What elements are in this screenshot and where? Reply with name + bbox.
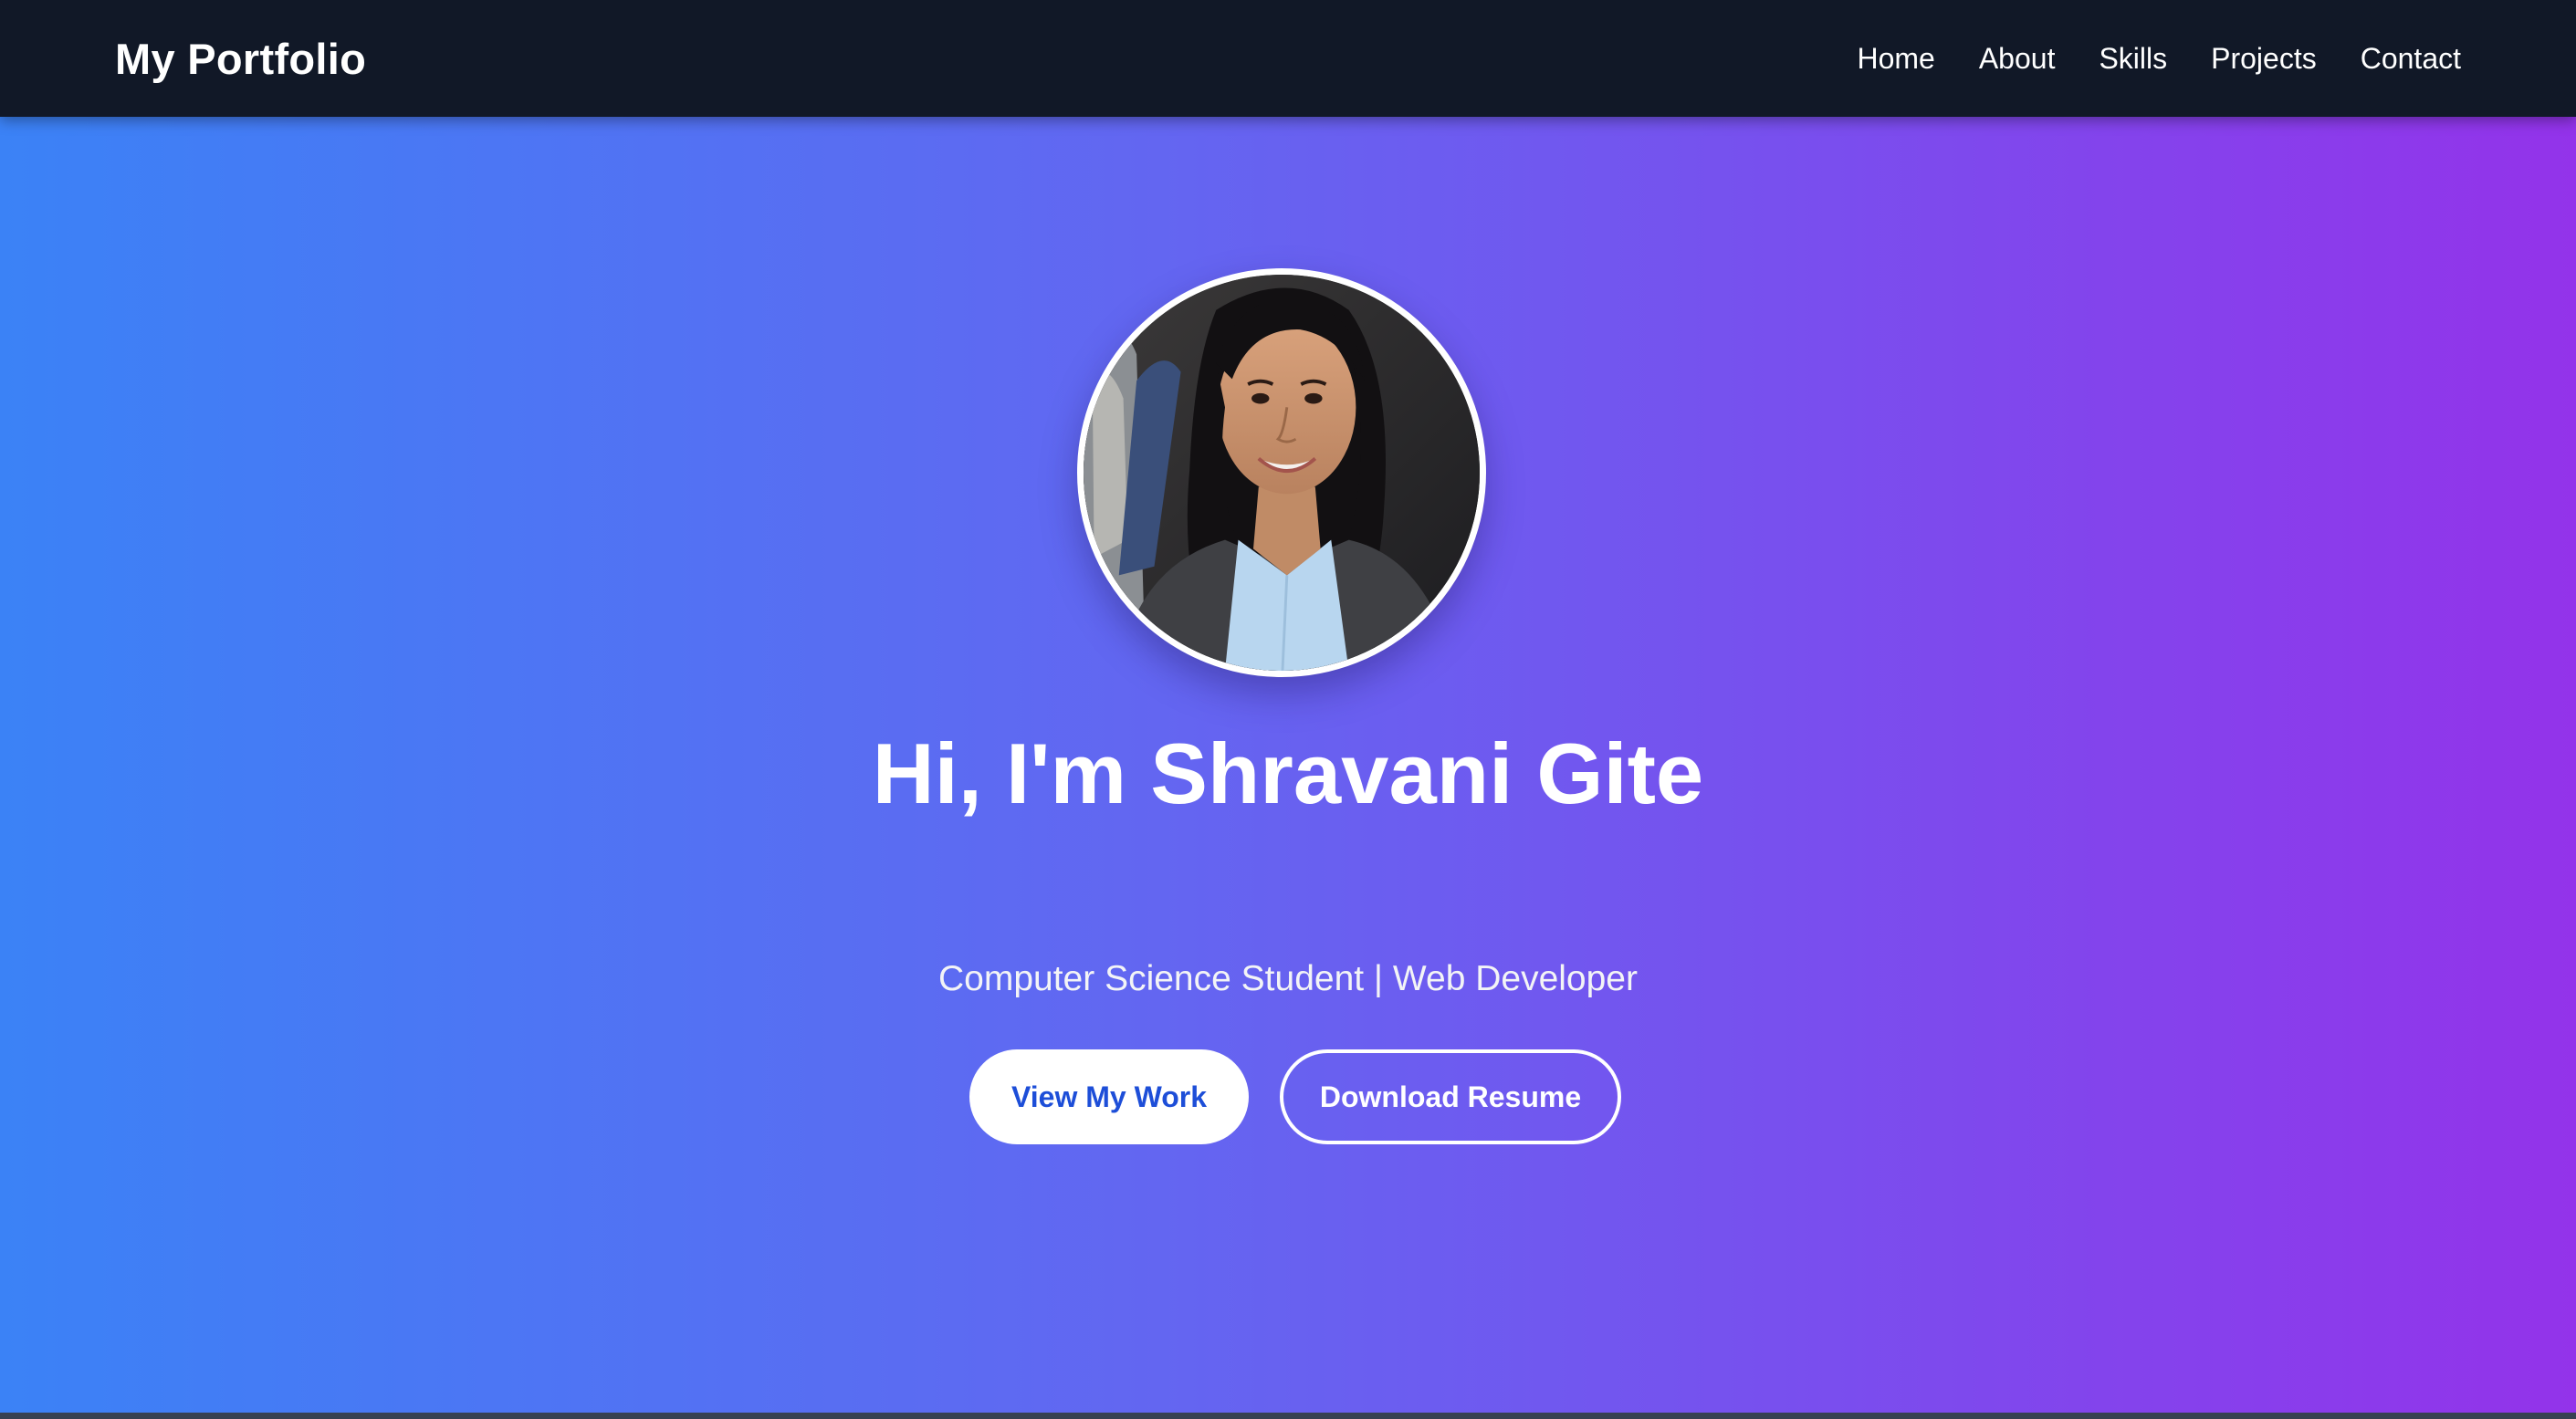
navbar: My Portfolio Home About Skills Projects … bbox=[0, 0, 2576, 117]
brand-logo[interactable]: My Portfolio bbox=[115, 34, 366, 84]
nav-link-contact[interactable]: Contact bbox=[2361, 42, 2461, 76]
nav-link-home[interactable]: Home bbox=[1857, 42, 1934, 76]
nav-links: Home About Skills Projects Contact bbox=[1857, 42, 2461, 76]
nav-link-projects[interactable]: Projects bbox=[2211, 42, 2317, 76]
page-bottom-divider bbox=[0, 1413, 2576, 1419]
hero-buttons: View My Work Download Resume bbox=[0, 1049, 2576, 1144]
view-my-work-button[interactable]: View My Work bbox=[969, 1049, 1249, 1144]
profile-photo-illustration bbox=[1084, 275, 1480, 671]
hero-title: Hi, I'm Shravani Gite bbox=[872, 725, 1704, 821]
nav-link-about[interactable]: About bbox=[1979, 42, 2056, 76]
profile-photo bbox=[1077, 268, 1486, 677]
download-resume-button[interactable]: Download Resume bbox=[1280, 1049, 1621, 1144]
nav-link-skills[interactable]: Skills bbox=[2099, 42, 2167, 76]
hero-subtitle: Computer Science Student | Web Developer bbox=[938, 959, 1638, 998]
